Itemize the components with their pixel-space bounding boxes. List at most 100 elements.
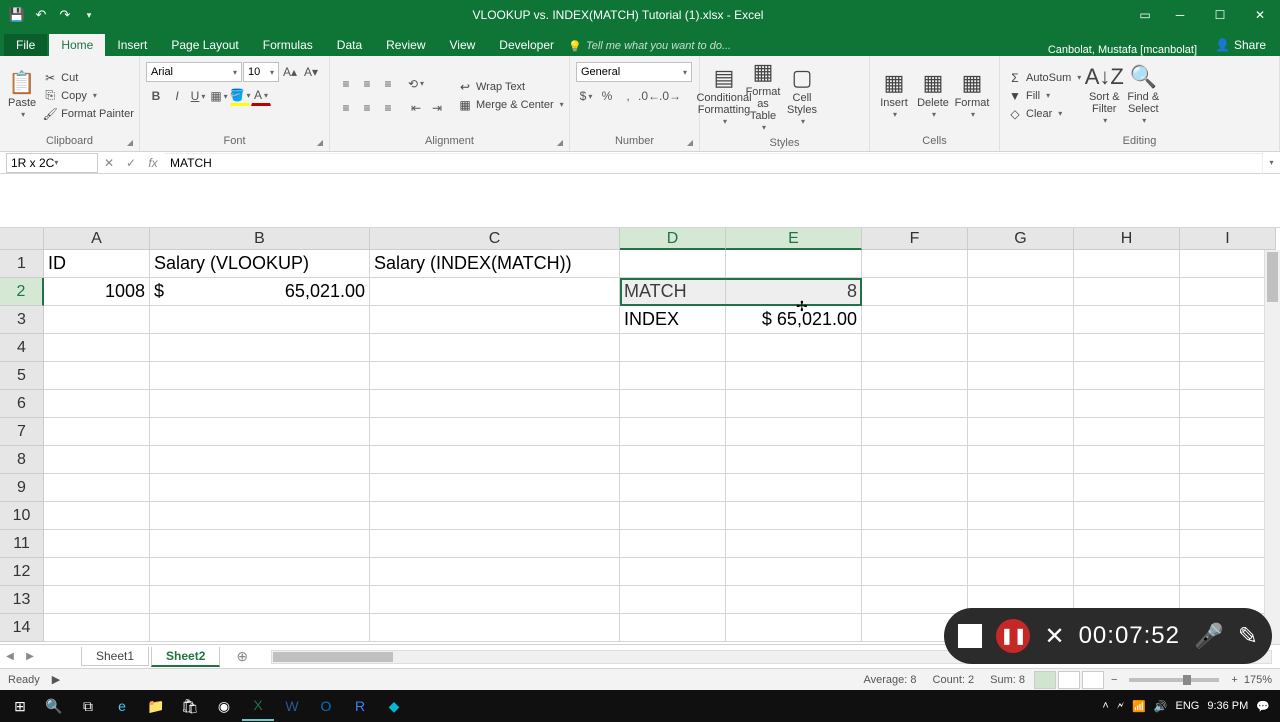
chrome-icon[interactable]: ◉ (208, 691, 240, 721)
share-button[interactable]: 👤Share (1205, 34, 1276, 56)
cell-H6[interactable] (1074, 390, 1180, 418)
vertical-scrollbar[interactable] (1264, 250, 1280, 644)
col-header-F[interactable]: F (862, 228, 968, 250)
cell-I8[interactable] (1180, 446, 1276, 474)
cell-D5[interactable] (620, 362, 726, 390)
cell-B11[interactable] (150, 530, 370, 558)
battery-icon[interactable]: 🗲 (1117, 700, 1124, 713)
cell-G4[interactable] (968, 334, 1074, 362)
cell-F6[interactable] (862, 390, 968, 418)
zoom-out-icon[interactable]: − (1111, 674, 1117, 686)
cell-G9[interactable] (968, 474, 1074, 502)
clock[interactable]: 9:36 PM (1207, 700, 1248, 712)
sheet-nav-next-icon[interactable]: ▶ (20, 651, 40, 662)
increase-decimal-icon[interactable]: .0← (639, 86, 659, 106)
cell-H3[interactable] (1074, 306, 1180, 334)
row-header-4[interactable]: 4 (0, 334, 44, 362)
maximize-button[interactable]: ☐ (1200, 0, 1240, 30)
cell-A3[interactable] (44, 306, 150, 334)
col-header-C[interactable]: C (370, 228, 620, 250)
recorder-mic-icon[interactable]: 🎤 (1194, 622, 1224, 651)
cell-C10[interactable] (370, 502, 620, 530)
row-header-7[interactable]: 7 (0, 418, 44, 446)
cell-D8[interactable] (620, 446, 726, 474)
cell-D9[interactable] (620, 474, 726, 502)
cell-G5[interactable] (968, 362, 1074, 390)
redo-icon[interactable]: ↷ (56, 6, 74, 24)
scrollbar-thumb[interactable] (273, 652, 393, 662)
align-left-icon[interactable]: ≡ (336, 98, 356, 118)
row-header-2[interactable]: 2 (0, 278, 44, 306)
row-header-13[interactable]: 13 (0, 586, 44, 614)
tab-file[interactable]: File (4, 34, 47, 56)
tab-view[interactable]: View (438, 34, 488, 56)
view-page-layout-icon[interactable] (1058, 671, 1080, 689)
cell-H1[interactable] (1074, 250, 1180, 278)
task-view-icon[interactable]: ⧉ (72, 691, 104, 721)
macro-record-icon[interactable]: ▶ (52, 673, 60, 686)
zoom-slider[interactable] (1129, 678, 1219, 682)
explorer-icon[interactable]: 📁 (140, 691, 172, 721)
cell-I9[interactable] (1180, 474, 1276, 502)
spreadsheet-grid[interactable]: ABCDEFGHI 1234567891011121314 IDSalary (… (0, 228, 1280, 644)
italic-button[interactable]: I (167, 86, 187, 106)
cell-B3[interactable] (150, 306, 370, 334)
cell-E11[interactable] (726, 530, 862, 558)
cell-H8[interactable] (1074, 446, 1180, 474)
dialog-launcher-icon[interactable]: ◢ (127, 138, 133, 147)
expand-formula-bar-icon[interactable]: ▾ (1262, 152, 1280, 174)
cell-E3[interactable]: $ 65,021.00 (726, 306, 862, 334)
cell-F3[interactable] (862, 306, 968, 334)
cell-E5[interactable] (726, 362, 862, 390)
cell-I1[interactable] (1180, 250, 1276, 278)
cell-H2[interactable] (1074, 278, 1180, 306)
cell-D3[interactable]: INDEX (620, 306, 726, 334)
cell-D6[interactable] (620, 390, 726, 418)
cell-I10[interactable] (1180, 502, 1276, 530)
cell-B7[interactable] (150, 418, 370, 446)
search-taskbar-icon[interactable]: 🔍 (38, 691, 70, 721)
col-header-E[interactable]: E (726, 228, 862, 250)
recorder-stop-button[interactable] (958, 624, 982, 648)
cell-D7[interactable] (620, 418, 726, 446)
cell-C4[interactable] (370, 334, 620, 362)
format-as-table-button[interactable]: ▦Format as Table▾ (745, 58, 781, 135)
clear-button[interactable]: ◇Clear▾ (1006, 106, 1083, 122)
paste-button[interactable]: 📋 Paste ▾ (6, 69, 38, 122)
add-sheet-button[interactable]: ⊕ (222, 646, 262, 667)
start-button[interactable]: ⊞ (4, 691, 36, 721)
insert-cells-button[interactable]: ▦Insert▾ (876, 69, 912, 122)
align-center-icon[interactable]: ≡ (357, 98, 377, 118)
save-icon[interactable]: 💾 (8, 6, 26, 24)
row-header-9[interactable]: 9 (0, 474, 44, 502)
row-header-12[interactable]: 12 (0, 558, 44, 586)
align-bottom-icon[interactable]: ≡ (378, 74, 398, 94)
cell-B4[interactable] (150, 334, 370, 362)
cell-F2[interactable] (862, 278, 968, 306)
zoom-thumb[interactable] (1183, 675, 1191, 685)
cell-A7[interactable] (44, 418, 150, 446)
delete-cells-button[interactable]: ▦Delete▾ (915, 69, 951, 122)
increase-indent-icon[interactable]: ⇥ (427, 98, 447, 118)
row-header-8[interactable]: 8 (0, 446, 44, 474)
tell-me-search[interactable]: Tell me what you want to do... (566, 36, 743, 56)
find-select-button[interactable]: 🔍Find & Select▾ (1125, 63, 1161, 128)
cell-E2[interactable]: 8 (726, 278, 862, 306)
align-right-icon[interactable]: ≡ (378, 98, 398, 118)
cell-C14[interactable] (370, 614, 620, 642)
tray-chevron-icon[interactable]: ˄ (1102, 700, 1108, 712)
cell-E6[interactable] (726, 390, 862, 418)
cell-A1[interactable]: ID (44, 250, 150, 278)
cell-A14[interactable] (44, 614, 150, 642)
cell-G3[interactable] (968, 306, 1074, 334)
cell-E7[interactable] (726, 418, 862, 446)
view-page-break-icon[interactable] (1082, 671, 1104, 689)
cell-I7[interactable] (1180, 418, 1276, 446)
cell-F9[interactable] (862, 474, 968, 502)
cell-F10[interactable] (862, 502, 968, 530)
fill-button[interactable]: ▼Fill▾ (1006, 88, 1083, 104)
cell-D13[interactable] (620, 586, 726, 614)
align-middle-icon[interactable]: ≡ (357, 74, 377, 94)
dialog-launcher-icon[interactable]: ◢ (687, 138, 693, 147)
sheet-tab-sheet2[interactable]: Sheet2 (151, 647, 220, 667)
